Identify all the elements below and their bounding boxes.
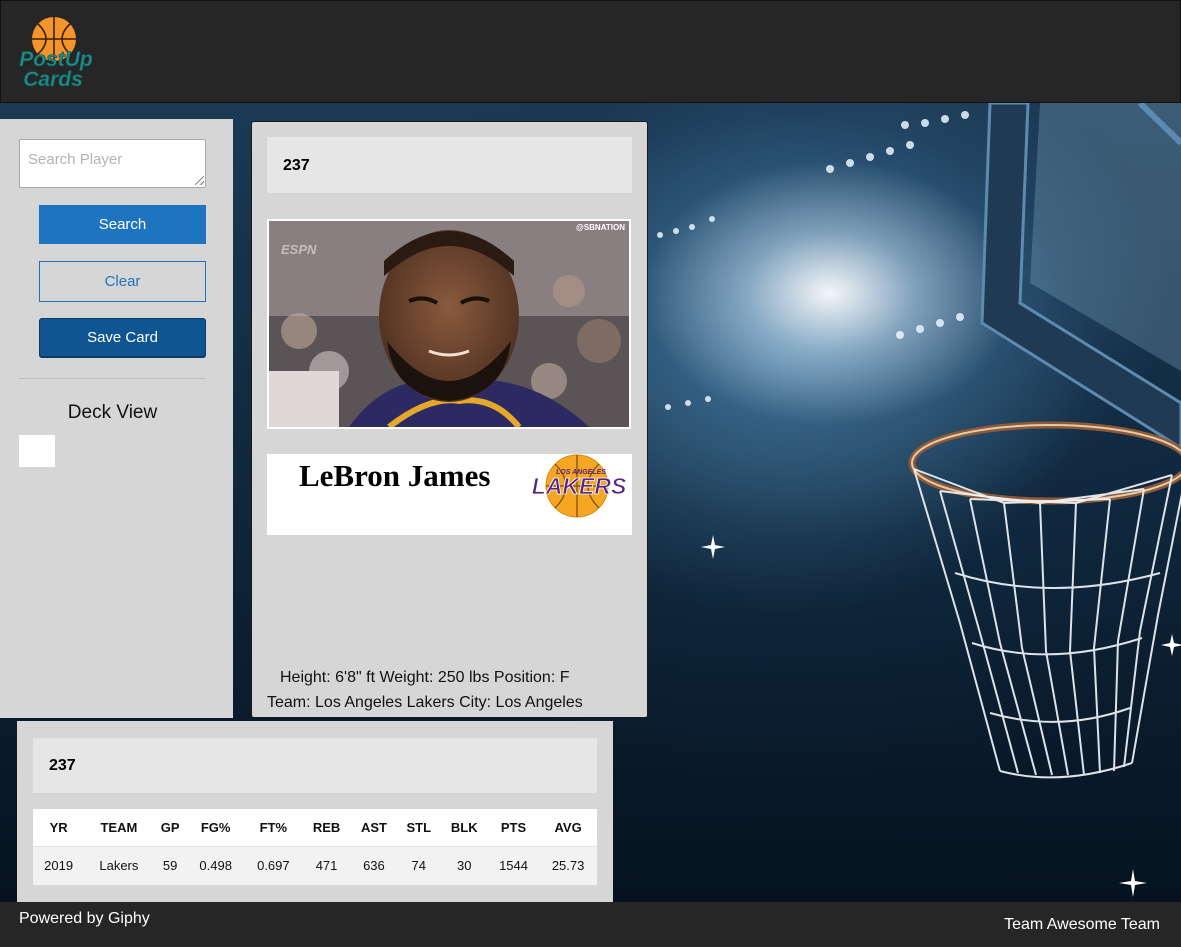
cell-team: Lakers bbox=[84, 845, 154, 885]
col-ft-pct: FT% bbox=[259, 819, 288, 835]
cell-fg-pct: 0.498 bbox=[186, 845, 245, 885]
cell-gp: 59 bbox=[153, 845, 187, 885]
sidebar-divider bbox=[19, 378, 206, 379]
save-card-button[interactable]: Save Card bbox=[39, 318, 206, 357]
team-credit: Team Awesome Team bbox=[1004, 916, 1160, 933]
player-gif-image: ESPN @SBNATION bbox=[269, 221, 629, 427]
svg-text:LAKERS: LAKERS bbox=[532, 473, 627, 499]
col-pts: PTS bbox=[500, 819, 527, 835]
col-gp: GP bbox=[160, 819, 180, 835]
col-blk: BLK bbox=[450, 819, 478, 835]
col-ast: AST bbox=[360, 819, 387, 835]
search-sidebar: Search Clear Save Card Deck View bbox=[0, 119, 233, 718]
player-gif: ESPN @SBNATION bbox=[267, 219, 631, 429]
table-row: 2019 Lakers 59 0.498 0.697 471 636 74 30… bbox=[33, 845, 597, 885]
app-header: PostUp Cards bbox=[0, 0, 1181, 103]
col-yr: YR bbox=[49, 819, 68, 835]
svg-text:ESPN: ESPN bbox=[281, 242, 317, 257]
basketball-net bbox=[913, 468, 1181, 779]
search-player-input[interactable] bbox=[19, 139, 206, 188]
cell-stl: 74 bbox=[396, 845, 441, 885]
cell-ast: 636 bbox=[350, 845, 397, 885]
bio-line-physical: Height: 6'8" ft Weight: 250 lbs Position… bbox=[280, 669, 570, 686]
stats-table: YR TEAM GP FG% FT% REB AST STL BLK PTS A… bbox=[33, 809, 597, 885]
stats-panel: 237 YR TEAM GP FG% FT% REB AST STL BLK P… bbox=[17, 721, 613, 902]
svg-text:Cards: Cards bbox=[23, 68, 83, 91]
cell-ft-pct: 0.697 bbox=[244, 845, 303, 885]
player-name: LeBron James bbox=[299, 458, 491, 493]
powered-by-giphy: Powered by Giphy bbox=[19, 910, 150, 927]
stadium-lights bbox=[657, 111, 969, 410]
col-avg: AVG bbox=[554, 819, 582, 835]
col-fg-pct: FG% bbox=[200, 819, 231, 835]
lens-flares bbox=[701, 535, 1181, 897]
player-card: 237 ESPN @SBNATION LeBron James LOS ANGE… bbox=[251, 121, 648, 718]
postup-cards-logo[interactable]: PostUp Cards bbox=[13, 15, 99, 91]
cell-avg: 25.73 bbox=[539, 845, 597, 885]
lakers-logo: LOS ANGELES LAKERS bbox=[531, 454, 627, 518]
clear-button[interactable]: Clear bbox=[39, 261, 206, 302]
cell-blk: 30 bbox=[440, 845, 488, 885]
cell-pts: 1544 bbox=[487, 845, 540, 885]
player-name-strip: LeBron James LOS ANGELES LAKERS bbox=[267, 454, 632, 535]
col-team: TEAM bbox=[100, 819, 138, 835]
stats-header-row: YR TEAM GP FG% FT% REB AST STL BLK PTS A… bbox=[33, 809, 597, 846]
backboard bbox=[980, 103, 1181, 450]
deck-card-slot[interactable] bbox=[19, 435, 55, 467]
stats-player-id: 237 bbox=[33, 738, 597, 793]
bio-line-team: Team: Los Angeles Lakers City: Los Angel… bbox=[267, 694, 583, 711]
card-player-id: 237 bbox=[267, 137, 632, 193]
svg-text:@SBNATION: @SBNATION bbox=[576, 223, 625, 232]
app-footer: Powered by Giphy Team Awesome Team bbox=[0, 902, 1181, 947]
player-bio: Height: 6'8" ft Weight: 250 lbs Position… bbox=[267, 665, 637, 715]
deck-view-title: Deck View bbox=[67, 402, 158, 423]
col-reb: REB bbox=[312, 819, 341, 835]
cell-reb: 471 bbox=[302, 845, 351, 885]
col-stl: STL bbox=[406, 819, 432, 835]
search-button[interactable]: Search bbox=[39, 205, 206, 244]
cell-yr: 2019 bbox=[33, 845, 85, 885]
